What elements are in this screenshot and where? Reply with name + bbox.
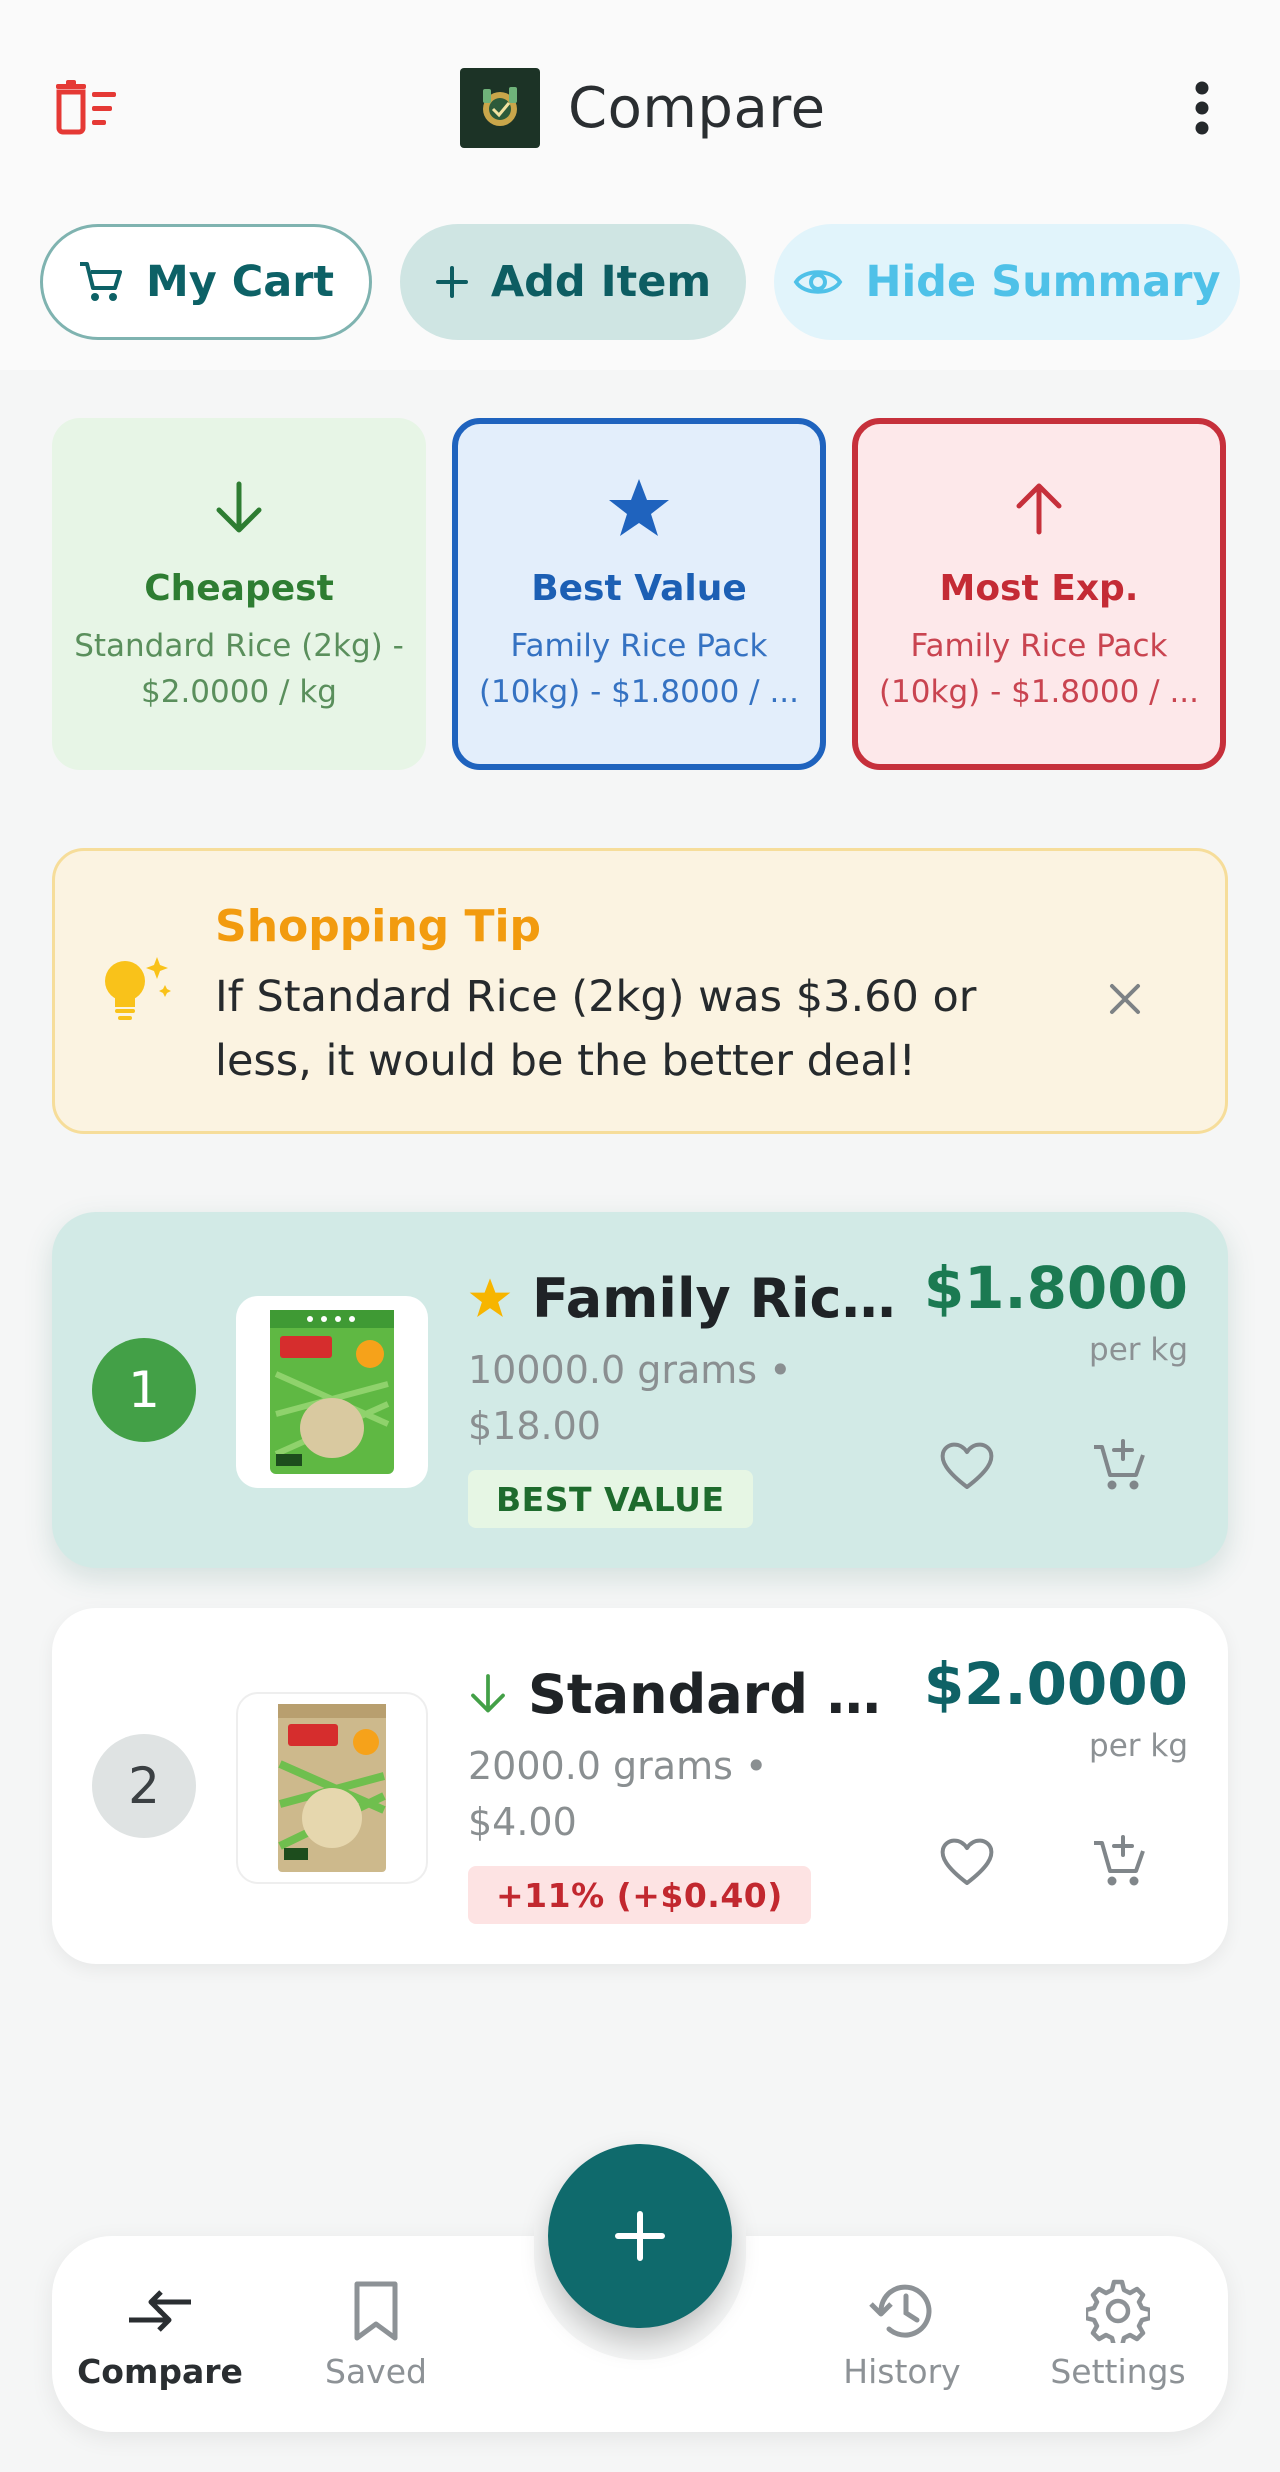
arrow-down-icon — [216, 481, 262, 533]
more-vert-icon — [1195, 81, 1209, 135]
arrow-up-icon — [1016, 483, 1062, 535]
unit-label: per kg — [1089, 1728, 1188, 1764]
most-expensive-label: Most Exp. — [939, 568, 1139, 609]
add-item-label: Add Item — [490, 257, 712, 307]
nav-item-saved[interactable]: Saved — [276, 2276, 476, 2406]
item-name: Standard Ri... — [528, 1662, 908, 1726]
cart-icon — [79, 262, 122, 301]
product-thumbnail — [236, 1692, 428, 1884]
shopping-tip-banner: Shopping Tip If Standard Rice (2kg) was … — [52, 848, 1228, 1134]
rank-badge: 1 — [92, 1338, 196, 1442]
nav-label-history: History — [843, 2352, 961, 2391]
hide-summary-button[interactable]: Hide Summary — [774, 224, 1240, 340]
nav-item-compare[interactable]: Compare — [60, 2276, 260, 2406]
history-icon — [869, 2284, 932, 2338]
bookmark-icon — [354, 2281, 398, 2341]
product-thumbnail — [236, 1296, 428, 1488]
status-badge: BEST VALUE — [468, 1470, 753, 1528]
tip-title: Shopping Tip — [215, 901, 542, 952]
list-item[interactable]: 2 Standard Ri... 2000.0 grams • $4.00 +1… — [52, 1608, 1228, 1964]
status-badge: +11% (+$0.40) — [468, 1866, 811, 1924]
cheapest-label: Cheapest — [144, 568, 334, 609]
nav-label-saved: Saved — [325, 2352, 427, 2391]
summary-cards: Cheapest Standard Rice (2kg) - $2.0000 /… — [52, 418, 1228, 770]
action-toolbar: My Cart Add Item Hide Summary — [0, 224, 1280, 340]
top-bar: Compare — [0, 40, 1280, 176]
add-item-button[interactable]: Add Item — [400, 224, 746, 340]
unit-label: per kg — [1089, 1332, 1188, 1368]
most-expensive-desc: Family Rice Pack (10kg) - $1.8000 / ... — [878, 628, 1200, 710]
app-logo — [460, 68, 540, 148]
unit-price: $1.8000 — [923, 1254, 1188, 1322]
plus-icon — [435, 266, 468, 298]
item-name: Family Rice... — [532, 1266, 912, 1330]
best-value-card[interactable]: Best Value Family Rice Pack (10kg) - $1.… — [452, 418, 826, 770]
item-meta: 10000.0 grams • $18.00 — [468, 1348, 792, 1448]
favorite-button[interactable] — [932, 1430, 1002, 1500]
clear-list-button[interactable] — [46, 76, 126, 140]
add-to-cart-button[interactable] — [1086, 1430, 1156, 1500]
clear-list-icon — [56, 80, 116, 135]
add-to-cart-button[interactable] — [1086, 1826, 1156, 1896]
star-icon — [609, 479, 669, 536]
app-header: Compare My Cart Add Item Hide Summary — [0, 0, 1280, 370]
nav-item-history[interactable]: History — [802, 2276, 1002, 2406]
more-options-button[interactable] — [1174, 76, 1230, 140]
favorite-button[interactable] — [932, 1826, 1002, 1896]
cheapest-card[interactable]: Cheapest Standard Rice (2kg) - $2.0000 /… — [52, 418, 426, 770]
rank-badge: 2 — [92, 1734, 196, 1838]
hide-summary-label: Hide Summary — [865, 257, 1221, 307]
heart-icon — [940, 1442, 994, 1489]
add-cart-icon — [1094, 1439, 1145, 1490]
add-fab-button[interactable] — [548, 2144, 732, 2328]
eye-icon — [794, 270, 843, 294]
my-cart-label: My Cart — [145, 257, 335, 307]
add-cart-icon — [1094, 1835, 1145, 1886]
nav-item-settings[interactable]: Settings — [1018, 2276, 1218, 2406]
page-title: Compare — [568, 75, 826, 141]
cheapest-desc: Standard Rice (2kg) - $2.0000 / kg — [74, 628, 404, 710]
nav-label-settings: Settings — [1050, 2352, 1186, 2391]
lightbulb-icon — [105, 957, 171, 1020]
gear-icon — [1086, 2279, 1150, 2343]
tip-close-button[interactable] — [1095, 969, 1155, 1029]
nav-label-compare: Compare — [77, 2352, 243, 2391]
plus-icon — [615, 2211, 665, 2261]
list-item[interactable]: 1 Family Rice... 10000.0 grams • $18.00 … — [52, 1212, 1228, 1568]
compare-arrows-icon — [129, 2290, 191, 2332]
star-icon — [469, 1278, 511, 1317]
arrow-down-icon — [471, 1674, 505, 1713]
close-icon — [1110, 984, 1140, 1014]
unit-price: $2.0000 — [923, 1650, 1188, 1718]
best-value-label: Best Value — [531, 568, 747, 609]
heart-icon — [940, 1838, 994, 1885]
most-expensive-card[interactable]: Most Exp. Family Rice Pack (10kg) - $1.8… — [852, 418, 1226, 770]
title-group: Compare — [460, 68, 826, 148]
best-value-desc: Family Rice Pack (10kg) - $1.8000 / ... — [478, 628, 800, 710]
item-meta: 2000.0 grams • $4.00 — [468, 1744, 768, 1844]
my-cart-button[interactable]: My Cart — [40, 224, 372, 340]
tip-text: If Standard Rice (2kg) was $3.60 or less… — [215, 972, 977, 1086]
